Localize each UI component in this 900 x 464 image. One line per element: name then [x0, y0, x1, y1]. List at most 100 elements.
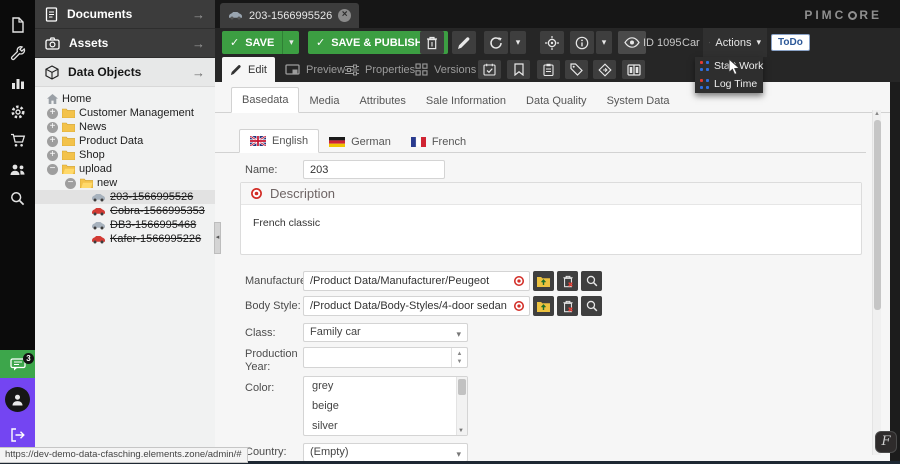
body-style-input[interactable] [303, 296, 530, 316]
body-style-remove-button[interactable] [557, 296, 578, 316]
compare-layout-button[interactable] [622, 60, 645, 79]
tab-lang-french[interactable]: French [401, 131, 476, 153]
tab-media[interactable]: Media [299, 89, 349, 113]
tab-data-quality[interactable]: Data Quality [516, 89, 597, 113]
caret-down-icon: ▾ [456, 329, 461, 340]
tree-item-upload[interactable]: − upload [35, 162, 215, 176]
preview-eye-button[interactable] [618, 31, 646, 54]
expand-icon[interactable]: + [47, 122, 58, 133]
manufacturer-open-button[interactable] [533, 271, 554, 291]
content-scrollbar[interactable]: ▲ [872, 110, 881, 455]
schedule-button[interactable] [478, 60, 501, 79]
tree-item-customer-management[interactable]: + Customer Management [35, 106, 215, 120]
actions-dropdown-button[interactable]: Actions ▾ [703, 28, 767, 57]
manufacturer-search-button[interactable] [581, 271, 602, 291]
scroll-up-icon[interactable]: ▲ [874, 111, 880, 117]
expand-arrow-icon[interactable]: → [192, 7, 205, 22]
tree-item-home[interactable]: Home [35, 92, 215, 106]
tab-edit[interactable]: Edit [222, 57, 275, 82]
ecommerce-rail-button[interactable] [0, 126, 35, 155]
tab-close-icon[interactable]: × [338, 9, 351, 22]
description-header: Description [241, 183, 861, 205]
production-year-spinner[interactable]: ▲ ▼ [303, 347, 468, 368]
accordion-assets[interactable]: Assets → [35, 29, 215, 58]
tab-basedata[interactable]: Basedata [231, 87, 299, 113]
extension-badge-icon[interactable]: F [875, 431, 897, 453]
expand-icon[interactable]: + [47, 136, 58, 147]
shopping-cart-icon [10, 133, 26, 148]
collapse-icon[interactable]: − [65, 178, 76, 189]
tree-item-db3[interactable]: DB3-1566995468 [35, 218, 215, 232]
body-style-open-button[interactable] [533, 296, 554, 316]
main-area: 203-1566995526 × PIMCRE ✓SAVE ▾ ✓SAVE & … [215, 0, 900, 464]
accordion-data-objects[interactable]: Data Objects → [35, 58, 215, 87]
color-option-silver[interactable]: silver [304, 417, 467, 436]
tree-item-kafer[interactable]: Kafer-1566995226 [35, 232, 215, 246]
spin-down-icon[interactable]: ▼ [457, 358, 463, 366]
color-scrollbar[interactable]: ▼ [456, 377, 467, 435]
panel-collapse-handle[interactable]: ◂ [214, 222, 221, 254]
tab-lang-english[interactable]: English [239, 129, 319, 153]
reports-rail-button[interactable] [0, 68, 35, 97]
scrollbar-thumb[interactable] [874, 120, 881, 310]
body-style-label: Body Style: [245, 300, 301, 312]
relation-target-icon [513, 275, 525, 287]
settings-rail-button[interactable] [0, 97, 35, 126]
color-option-grey[interactable]: grey [304, 377, 467, 397]
info-options-caret[interactable]: ▾ [596, 31, 612, 54]
search-icon [586, 300, 598, 312]
spinner-arrows[interactable]: ▲ ▼ [451, 348, 467, 367]
tree-item-news[interactable]: + News [35, 120, 215, 134]
reload-button[interactable] [484, 31, 508, 54]
tab-lang-german[interactable]: German [319, 131, 401, 153]
tree-item-product-data[interactable]: + Product Data [35, 134, 215, 148]
documents-rail-button[interactable] [0, 10, 35, 39]
folder-open-icon [62, 164, 75, 174]
tree-item-203[interactable]: 203-1566995526 [35, 190, 215, 204]
tab-system-data[interactable]: System Data [597, 89, 680, 113]
reload-options-caret[interactable]: ▾ [510, 31, 526, 54]
locate-in-tree-button[interactable] [540, 31, 564, 54]
user-avatar[interactable] [5, 387, 30, 412]
tab-sale-information[interactable]: Sale Information [416, 89, 516, 113]
logout-button[interactable] [0, 420, 35, 449]
tools-rail-button[interactable] [0, 39, 35, 68]
expand-icon[interactable]: + [47, 108, 58, 119]
save-button[interactable]: ✓SAVE ▾ [222, 31, 299, 54]
expand-icon[interactable]: + [47, 150, 58, 161]
expand-arrow-icon[interactable]: → [192, 65, 205, 80]
name-input[interactable] [303, 160, 445, 179]
manufacturer-remove-button[interactable] [557, 271, 578, 291]
search-rail-button[interactable] [0, 184, 35, 213]
manufacturer-input[interactable] [303, 271, 530, 291]
scrollbar-thumb[interactable] [458, 379, 466, 395]
body-style-search-button[interactable] [581, 296, 602, 316]
tab-attributes[interactable]: Attributes [349, 89, 415, 113]
customers-rail-button[interactable] [0, 155, 35, 184]
scroll-down-icon[interactable]: ▼ [458, 428, 464, 434]
menu-item-log-time[interactable]: Log Time [695, 75, 763, 93]
open-object-tab[interactable]: 203-1566995526 × [220, 3, 359, 28]
accordion-documents[interactable]: Documents → [35, 0, 215, 29]
tab-versions[interactable]: Versions [407, 57, 484, 82]
tree-item-cobra[interactable]: Cobra-1566995353 [35, 204, 215, 218]
country-select[interactable]: (Empty) ▾ [303, 443, 468, 462]
description-value[interactable]: French classic [241, 205, 861, 241]
info-button[interactable] [570, 31, 594, 54]
notifications-rail-button[interactable]: 3 [0, 350, 35, 378]
bookmark-button[interactable] [507, 60, 530, 79]
tree-item-shop[interactable]: + Shop [35, 148, 215, 162]
class-select[interactable]: Family car ▾ [303, 323, 468, 342]
color-multiselect[interactable]: grey beige silver ▼ [303, 376, 468, 436]
workflow-button[interactable] [593, 60, 616, 79]
expand-arrow-icon[interactable]: → [192, 36, 205, 51]
tree-item-new[interactable]: − new [35, 176, 215, 190]
notes-events-button[interactable] [537, 60, 560, 79]
delete-button[interactable] [420, 31, 444, 54]
rename-button[interactable] [452, 31, 476, 54]
color-option-beige[interactable]: beige [304, 397, 467, 417]
tags-button[interactable] [565, 60, 588, 79]
collapse-icon[interactable]: − [47, 164, 58, 175]
save-split-caret[interactable]: ▾ [282, 31, 299, 54]
spin-up-icon[interactable]: ▲ [457, 350, 463, 358]
